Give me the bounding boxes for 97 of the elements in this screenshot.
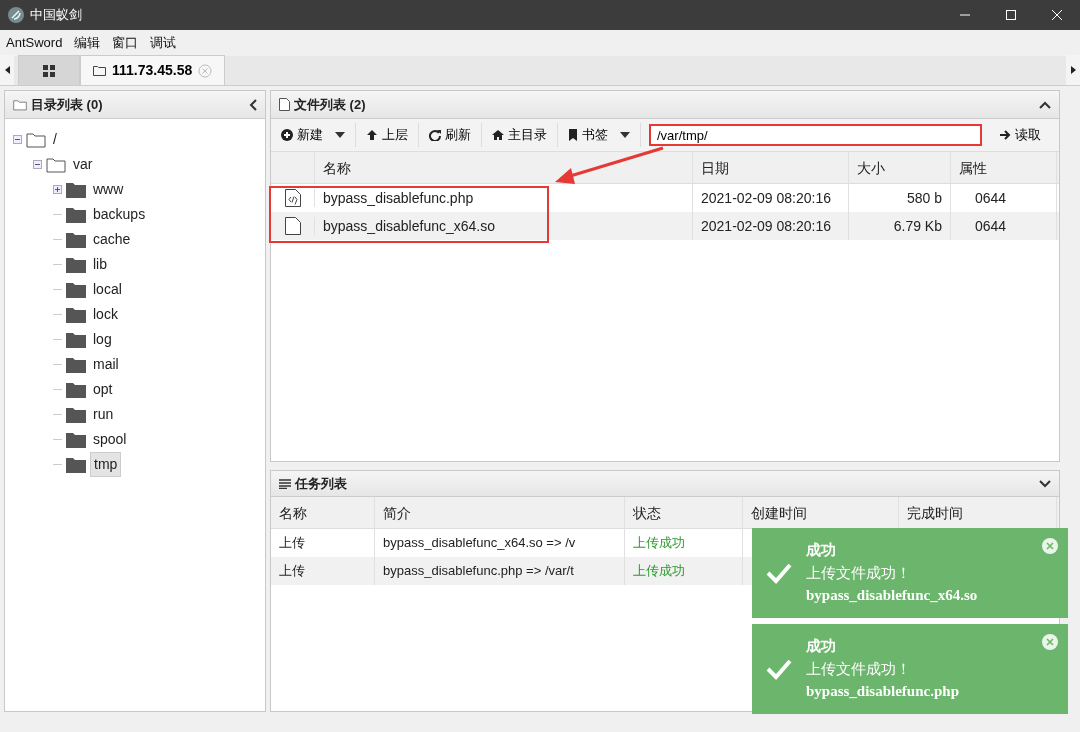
notification-title: 成功 bbox=[806, 637, 837, 657]
notification-message: 上传文件成功！ bbox=[806, 659, 912, 679]
folder-icon bbox=[26, 131, 46, 148]
toolbar-button[interactable]: 刷新 bbox=[419, 123, 482, 147]
check-icon bbox=[766, 658, 792, 680]
folder-item[interactable]: opt bbox=[90, 378, 116, 401]
column-header[interactable]: 简介 bbox=[375, 496, 625, 529]
folder-icon bbox=[66, 431, 86, 448]
folder-icon bbox=[66, 381, 86, 398]
menu-item[interactable]: 调试 bbox=[144, 30, 183, 56]
notification-message: 上传文件成功！ bbox=[806, 563, 912, 583]
folder-item[interactable]: mail bbox=[90, 353, 122, 376]
task-summary: bypass_disablefunc.php => /var/t bbox=[375, 557, 625, 585]
folder-icon bbox=[66, 456, 86, 473]
right-arrow-icon bbox=[1000, 130, 1011, 140]
folder-item[interactable]: tmp bbox=[90, 452, 122, 477]
grid-icon bbox=[43, 64, 55, 77]
folder-item[interactable]: local bbox=[90, 278, 125, 301]
read-button[interactable]: 读取 bbox=[990, 123, 1051, 147]
column-header[interactable]: 名称 bbox=[271, 496, 375, 529]
column-header[interactable]: 状态 bbox=[625, 496, 743, 529]
scroll-left-button[interactable] bbox=[0, 55, 14, 85]
toolbar-button[interactable]: 新建 bbox=[271, 123, 356, 147]
file-name: bypass_disablefunc_x64.so bbox=[315, 212, 693, 240]
right-arrow-icon bbox=[1070, 66, 1076, 74]
collapse-icon[interactable] bbox=[33, 160, 42, 169]
column-header[interactable]: 日期 bbox=[693, 151, 849, 184]
home-icon bbox=[492, 129, 504, 141]
panel-title: 目录列表 (0) bbox=[31, 95, 104, 114]
collapse-button[interactable] bbox=[1039, 100, 1051, 109]
folder-item[interactable]: / bbox=[50, 128, 60, 151]
folder-icon bbox=[66, 306, 86, 323]
plus-icon bbox=[281, 129, 293, 141]
folder-item[interactable]: lock bbox=[90, 303, 121, 326]
panel-title: 文件列表 (2) bbox=[294, 95, 367, 114]
mode-cell: 0644 bbox=[951, 212, 1057, 240]
folder-icon bbox=[66, 231, 86, 248]
notification-file: bypass_disablefunc_x64.so bbox=[806, 586, 978, 606]
tab[interactable] bbox=[18, 55, 80, 85]
folder-icon bbox=[66, 181, 86, 198]
menu-item[interactable]: AntSword bbox=[0, 30, 69, 56]
code-file-icon bbox=[284, 189, 301, 207]
file-icon bbox=[284, 217, 301, 235]
folder-icon bbox=[66, 281, 86, 298]
toolbar-button[interactable]: 上层 bbox=[356, 123, 419, 147]
scroll-right-button[interactable] bbox=[1066, 55, 1080, 85]
folder-item[interactable]: cache bbox=[90, 228, 134, 251]
folder-item[interactable]: var bbox=[70, 153, 96, 176]
chevron-left-icon bbox=[249, 98, 257, 111]
notification-file: bypass_disablefunc.php bbox=[806, 682, 959, 702]
folder-icon bbox=[66, 256, 86, 273]
folder-item[interactable]: run bbox=[90, 403, 117, 426]
expand-icon[interactable] bbox=[53, 185, 62, 194]
folder-icon bbox=[66, 206, 86, 223]
close-icon bbox=[1052, 10, 1062, 20]
file-icon bbox=[279, 98, 290, 111]
size-cell: 6.79 Kb bbox=[849, 212, 951, 240]
folder-item[interactable]: backups bbox=[90, 203, 149, 226]
folder-icon bbox=[66, 331, 86, 348]
folder-icon bbox=[66, 356, 86, 373]
check-icon bbox=[766, 562, 792, 584]
collapse-icon[interactable] bbox=[13, 135, 22, 144]
up-arrow-icon bbox=[366, 129, 378, 141]
task-status: 上传成功 bbox=[625, 557, 743, 585]
bookmark-icon bbox=[568, 129, 578, 141]
toolbar-button[interactable]: 主目录 bbox=[482, 123, 558, 147]
folder-item[interactable]: log bbox=[90, 328, 115, 351]
column-header[interactable]: 属性 bbox=[951, 151, 1057, 184]
menu-item[interactable]: 窗口 bbox=[106, 30, 145, 56]
column-header[interactable]: 大小 bbox=[849, 151, 951, 184]
folder-icon bbox=[66, 406, 86, 423]
path-field[interactable]: /var/tmp/ bbox=[649, 124, 982, 146]
chevron-down-icon bbox=[1039, 479, 1051, 488]
collapse-button[interactable] bbox=[249, 98, 257, 111]
menu-item[interactable]: 编辑 bbox=[68, 30, 107, 56]
list-icon bbox=[279, 478, 291, 489]
task-name: 上传 bbox=[271, 557, 375, 585]
folder-item[interactable]: lib bbox=[90, 253, 110, 276]
left-arrow-icon bbox=[4, 66, 10, 74]
toolbar-button[interactable]: 书签 bbox=[558, 123, 641, 147]
tab[interactable]: 111.73.45.58 bbox=[80, 55, 226, 85]
collapse-button[interactable] bbox=[1039, 479, 1051, 488]
folder-icon bbox=[93, 65, 106, 76]
window-title: 中国蚁剑 bbox=[30, 6, 83, 25]
close-icon bbox=[198, 63, 213, 78]
folder-item[interactable]: www bbox=[90, 178, 127, 201]
notification-title: 成功 bbox=[806, 541, 837, 561]
maximize-icon bbox=[1006, 10, 1016, 20]
logo-icon bbox=[8, 7, 24, 23]
panel-title: 任务列表 bbox=[295, 474, 348, 493]
folder-icon bbox=[46, 156, 66, 173]
folder-item[interactable]: spool bbox=[90, 428, 130, 451]
close-icon bbox=[1046, 542, 1054, 550]
chevron-up-icon bbox=[1039, 100, 1051, 109]
close-icon bbox=[1046, 638, 1054, 646]
refresh-icon bbox=[429, 129, 441, 141]
date-cell: 2021-02-09 08:20:16 bbox=[693, 212, 849, 240]
